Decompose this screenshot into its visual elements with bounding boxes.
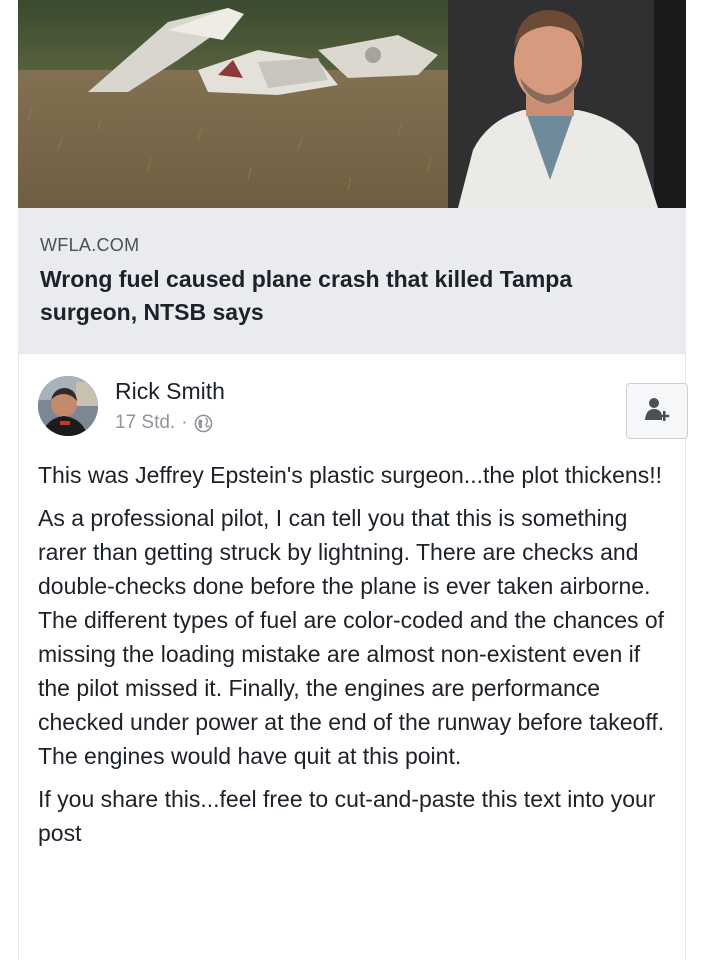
globe-icon[interactable] bbox=[194, 414, 213, 433]
post-body: This was Jeffrey Epstein's plastic surge… bbox=[38, 458, 678, 859]
thumbnail-image bbox=[18, 0, 686, 208]
add-friend-button[interactable] bbox=[626, 383, 688, 439]
link-preview[interactable]: WFLA.COM Wrong fuel caused plane crash t… bbox=[18, 0, 686, 354]
avatar[interactable] bbox=[38, 376, 98, 436]
post-paragraph: As a professional pilot, I can tell you … bbox=[38, 505, 665, 769]
post-meta: 17 Std. · bbox=[115, 412, 213, 434]
card-border-right bbox=[685, 354, 686, 960]
author-name[interactable]: Rick Smith bbox=[115, 378, 225, 405]
post-timestamp[interactable]: 17 Std. bbox=[115, 412, 175, 434]
post-paragraph: If you share this...feel free to cut-and… bbox=[38, 786, 656, 846]
meta-separator: · bbox=[181, 412, 188, 433]
link-headline[interactable]: Wrong fuel caused plane crash that kille… bbox=[40, 263, 670, 329]
post-card: WFLA.COM Wrong fuel caused plane crash t… bbox=[18, 0, 688, 960]
post-paragraph: This was Jeffrey Epstein's plastic surge… bbox=[38, 462, 662, 488]
card-border-left bbox=[18, 354, 19, 960]
link-thumbnail[interactable] bbox=[18, 0, 686, 208]
link-domain: WFLA.COM bbox=[40, 235, 140, 255]
avatar-image bbox=[38, 376, 98, 436]
add-friend-icon bbox=[642, 394, 672, 429]
